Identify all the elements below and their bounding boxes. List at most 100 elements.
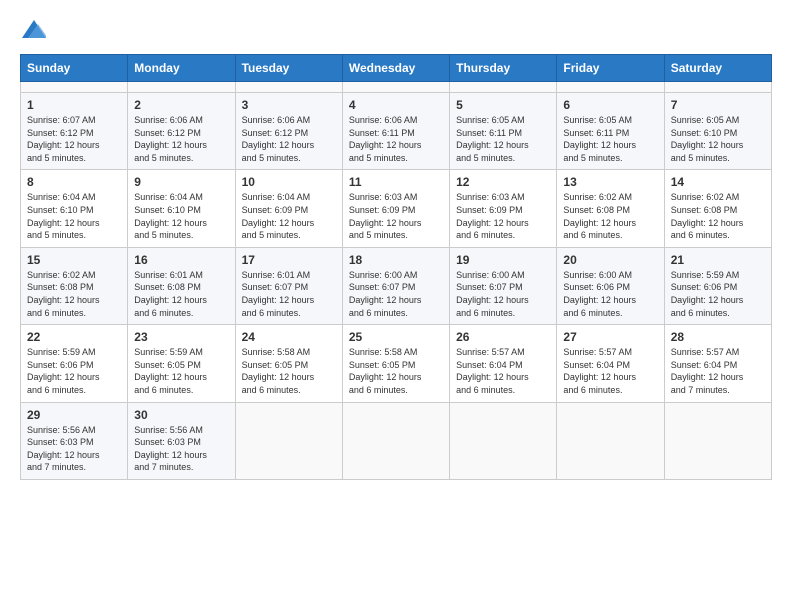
day-info: Sunrise: 6:02 AM Sunset: 6:08 PM Dayligh…	[671, 191, 765, 241]
day-info: Sunrise: 6:05 AM Sunset: 6:11 PM Dayligh…	[456, 114, 550, 164]
calendar-cell	[450, 82, 557, 93]
day-number: 9	[134, 175, 228, 189]
day-info: Sunrise: 5:57 AM Sunset: 6:04 PM Dayligh…	[671, 346, 765, 396]
day-info: Sunrise: 6:04 AM Sunset: 6:09 PM Dayligh…	[242, 191, 336, 241]
day-number: 24	[242, 330, 336, 344]
day-of-week-header: Sunday	[21, 55, 128, 82]
calendar-cell: 20Sunrise: 6:00 AM Sunset: 6:06 PM Dayli…	[557, 247, 664, 324]
day-info: Sunrise: 6:00 AM Sunset: 6:07 PM Dayligh…	[349, 269, 443, 319]
calendar-cell: 12Sunrise: 6:03 AM Sunset: 6:09 PM Dayli…	[450, 170, 557, 247]
day-number: 4	[349, 98, 443, 112]
calendar-cell: 26 Sunrise: 5:57 AM Sunset: 6:04 PM Dayli…	[450, 325, 557, 402]
day-number: 2	[134, 98, 228, 112]
calendar-cell: 15 Sunrise: 6:02 AM Sunset: 6:08 PM Dayli…	[21, 247, 128, 324]
calendar-week-row: 22 Sunrise: 5:59 AM Sunset: 6:06 PM Dayli…	[21, 325, 772, 402]
day-info: Sunrise: 6:01 AM Sunset: 6:08 PM Dayligh…	[134, 269, 228, 319]
day-info: Sunrise: 6:00 AM Sunset: 6:07 PM Dayligh…	[456, 269, 550, 319]
day-of-week-header: Tuesday	[235, 55, 342, 82]
calendar-cell: 22 Sunrise: 5:59 AM Sunset: 6:06 PM Dayli…	[21, 325, 128, 402]
day-info: Sunrise: 6:01 AM Sunset: 6:07 PM Dayligh…	[242, 269, 336, 319]
calendar-cell: 27Sunrise: 5:57 AM Sunset: 6:04 PM Dayli…	[557, 325, 664, 402]
calendar-cell	[342, 82, 449, 93]
logo	[20, 20, 46, 38]
calendar-cell: 30Sunrise: 5:56 AM Sunset: 6:03 PM Dayli…	[128, 402, 235, 479]
day-info: Sunrise: 6:02 AM Sunset: 6:08 PM Dayligh…	[27, 269, 121, 319]
calendar-week-row: 15 Sunrise: 6:02 AM Sunset: 6:08 PM Dayli…	[21, 247, 772, 324]
day-info: Sunrise: 5:59 AM Sunset: 6:06 PM Dayligh…	[27, 346, 121, 396]
day-number: 16	[134, 253, 228, 267]
day-info: Sunrise: 5:56 AM Sunset: 6:03 PM Dayligh…	[134, 424, 228, 474]
day-number: 17	[242, 253, 336, 267]
day-number: 23	[134, 330, 228, 344]
calendar-cell	[664, 402, 771, 479]
day-info: Sunrise: 6:03 AM Sunset: 6:09 PM Dayligh…	[349, 191, 443, 241]
day-info: Sunrise: 6:06 AM Sunset: 6:12 PM Dayligh…	[134, 114, 228, 164]
day-number: 13	[563, 175, 657, 189]
day-info: Sunrise: 6:05 AM Sunset: 6:11 PM Dayligh…	[563, 114, 657, 164]
calendar-cell	[235, 82, 342, 93]
calendar-cell: 4 Sunrise: 6:06 AM Sunset: 6:11 PM Daylig…	[342, 93, 449, 170]
day-number: 3	[242, 98, 336, 112]
calendar-cell: 6 Sunrise: 6:05 AM Sunset: 6:11 PM Daylig…	[557, 93, 664, 170]
day-info: Sunrise: 6:05 AM Sunset: 6:10 PM Dayligh…	[671, 114, 765, 164]
day-number: 8	[27, 175, 121, 189]
calendar-cell: 10Sunrise: 6:04 AM Sunset: 6:09 PM Dayli…	[235, 170, 342, 247]
day-number: 22	[27, 330, 121, 344]
calendar-table: SundayMondayTuesdayWednesdayThursdayFrid…	[20, 54, 772, 480]
day-info: Sunrise: 5:56 AM Sunset: 6:03 PM Dayligh…	[27, 424, 121, 474]
calendar-cell: 7 Sunrise: 6:05 AM Sunset: 6:10 PM Daylig…	[664, 93, 771, 170]
day-number: 29	[27, 408, 121, 422]
day-info: Sunrise: 5:58 AM Sunset: 6:05 PM Dayligh…	[349, 346, 443, 396]
calendar-cell: 9 Sunrise: 6:04 AM Sunset: 6:10 PM Daylig…	[128, 170, 235, 247]
day-number: 5	[456, 98, 550, 112]
day-number: 18	[349, 253, 443, 267]
calendar-cell: 21Sunrise: 5:59 AM Sunset: 6:06 PM Dayli…	[664, 247, 771, 324]
calendar-cell: 3Sunrise: 6:06 AM Sunset: 6:12 PM Daylig…	[235, 93, 342, 170]
day-info: Sunrise: 6:04 AM Sunset: 6:10 PM Dayligh…	[27, 191, 121, 241]
calendar-cell: 28 Sunrise: 5:57 AM Sunset: 6:04 PM Dayli…	[664, 325, 771, 402]
day-number: 15	[27, 253, 121, 267]
day-number: 11	[349, 175, 443, 189]
day-of-week-header: Wednesday	[342, 55, 449, 82]
page-header	[20, 20, 772, 38]
day-number: 19	[456, 253, 550, 267]
calendar-cell	[557, 82, 664, 93]
day-info: Sunrise: 6:07 AM Sunset: 6:12 PM Dayligh…	[27, 114, 121, 164]
calendar-cell: 25 Sunrise: 5:58 AM Sunset: 6:05 PM Dayli…	[342, 325, 449, 402]
calendar-cell	[128, 82, 235, 93]
day-of-week-header: Friday	[557, 55, 664, 82]
day-of-week-header: Thursday	[450, 55, 557, 82]
day-number: 7	[671, 98, 765, 112]
calendar-week-row	[21, 82, 772, 93]
day-number: 25	[349, 330, 443, 344]
calendar-cell: 1 Sunrise: 6:07 AM Sunset: 6:12 PM Daylig…	[21, 93, 128, 170]
day-number: 21	[671, 253, 765, 267]
day-number: 6	[563, 98, 657, 112]
day-info: Sunrise: 6:06 AM Sunset: 6:11 PM Dayligh…	[349, 114, 443, 164]
day-info: Sunrise: 6:03 AM Sunset: 6:09 PM Dayligh…	[456, 191, 550, 241]
calendar-cell	[235, 402, 342, 479]
calendar-cell: 24Sunrise: 5:58 AM Sunset: 6:05 PM Dayli…	[235, 325, 342, 402]
day-of-week-header: Monday	[128, 55, 235, 82]
day-number: 20	[563, 253, 657, 267]
day-number: 26	[456, 330, 550, 344]
day-info: Sunrise: 5:57 AM Sunset: 6:04 PM Dayligh…	[456, 346, 550, 396]
calendar-cell	[664, 82, 771, 93]
day-number: 28	[671, 330, 765, 344]
calendar-cell	[21, 82, 128, 93]
calendar-cell: 8 Sunrise: 6:04 AM Sunset: 6:10 PM Daylig…	[21, 170, 128, 247]
calendar-cell: 14 Sunrise: 6:02 AM Sunset: 6:08 PM Dayli…	[664, 170, 771, 247]
calendar-cell: 2 Sunrise: 6:06 AM Sunset: 6:12 PM Daylig…	[128, 93, 235, 170]
day-number: 14	[671, 175, 765, 189]
calendar-cell: 17 Sunrise: 6:01 AM Sunset: 6:07 PM Dayli…	[235, 247, 342, 324]
calendar-cell: 19 Sunrise: 6:00 AM Sunset: 6:07 PM Dayli…	[450, 247, 557, 324]
day-number: 1	[27, 98, 121, 112]
day-info: Sunrise: 6:04 AM Sunset: 6:10 PM Dayligh…	[134, 191, 228, 241]
calendar-header-row: SundayMondayTuesdayWednesdayThursdayFrid…	[21, 55, 772, 82]
calendar-cell	[450, 402, 557, 479]
day-of-week-header: Saturday	[664, 55, 771, 82]
day-info: Sunrise: 6:02 AM Sunset: 6:08 PM Dayligh…	[563, 191, 657, 241]
calendar-week-row: 1 Sunrise: 6:07 AM Sunset: 6:12 PM Daylig…	[21, 93, 772, 170]
calendar-cell	[557, 402, 664, 479]
calendar-cell: 11 Sunrise: 6:03 AM Sunset: 6:09 PM Dayli…	[342, 170, 449, 247]
